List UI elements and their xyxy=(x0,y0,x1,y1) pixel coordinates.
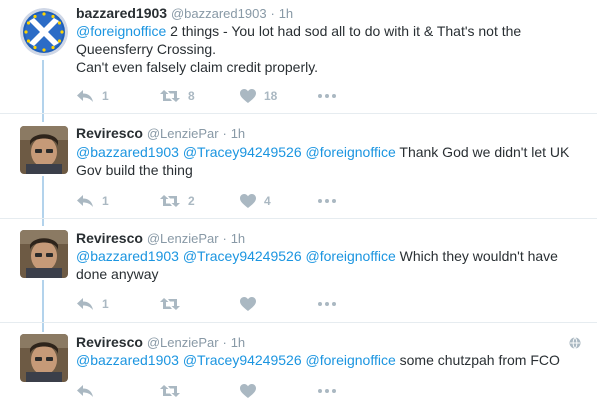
globe-icon xyxy=(569,336,581,349)
tweet-text-segment: Thank God we didn't let UK xyxy=(395,144,570,160)
heart-icon xyxy=(240,194,256,208)
tweet-header: bazzared1903 @bazzared1903 · 1h xyxy=(76,4,293,23)
author-name[interactable]: bazzared1903 xyxy=(76,5,167,21)
mention-link[interactable]: @bazzared1903 xyxy=(76,144,179,160)
avatar[interactable] xyxy=(20,8,68,56)
reply-button[interactable]: 1 xyxy=(76,294,109,314)
author-name[interactable]: Reviresco xyxy=(76,230,143,246)
retweet-icon xyxy=(160,297,180,311)
tweet-actions xyxy=(76,381,396,401)
retweet-count: 8 xyxy=(188,89,195,103)
avatar[interactable] xyxy=(20,334,68,382)
like-button[interactable]: 18 xyxy=(240,86,277,106)
tweet-header: Reviresco @LenziePar · 1h xyxy=(76,229,245,248)
timestamp[interactable]: 1h xyxy=(279,6,293,21)
retweet-button[interactable]: 8 xyxy=(160,86,195,106)
tweet[interactable]: Reviresco @LenziePar · 1h @bazzared1903 … xyxy=(0,114,597,218)
author-handle[interactable]: @LenziePar xyxy=(147,126,219,141)
separator-dot: · xyxy=(222,231,227,246)
more-icon[interactable] xyxy=(318,191,336,211)
avatar[interactable] xyxy=(20,126,68,174)
like-count: 18 xyxy=(264,89,278,103)
timestamp[interactable]: 1h xyxy=(231,231,245,246)
reply-button[interactable] xyxy=(76,381,94,401)
mention-link[interactable]: @bazzared1903 xyxy=(76,248,179,264)
tweet-header: Reviresco @LenziePar · 1h xyxy=(76,124,245,143)
tweet-actions: 1 2 4 xyxy=(76,191,396,211)
author-handle[interactable]: @bazzared1903 xyxy=(171,6,267,21)
separator-dot: · xyxy=(222,126,227,141)
retweet-button[interactable]: 2 xyxy=(160,191,195,211)
mention-link[interactable]: @foreignoffice xyxy=(306,144,396,160)
author-name[interactable]: Reviresco xyxy=(76,334,143,350)
tweet-text: @bazzared1903 @Tracey94249526 @foreignof… xyxy=(76,247,576,283)
retweet-icon xyxy=(160,384,180,398)
mention-link[interactable]: @foreignoffice xyxy=(306,352,396,368)
retweet-count: 2 xyxy=(188,194,195,208)
reply-count: 1 xyxy=(102,89,109,103)
tweet-text-line: @bazzared1903 @Tracey94249526 @foreignof… xyxy=(76,143,576,161)
tweet-text-line: Can't even falsely claim credit properly… xyxy=(76,59,319,75)
retweet-icon xyxy=(160,194,180,208)
timestamp[interactable]: 1h xyxy=(231,126,245,141)
separator-dot: · xyxy=(222,335,227,350)
mention-link[interactable]: @Tracey94249526 xyxy=(183,248,302,264)
author-handle[interactable]: @LenziePar xyxy=(147,335,219,350)
reply-icon xyxy=(76,296,94,312)
tweet-actions: 1 xyxy=(76,294,396,314)
like-button[interactable] xyxy=(240,294,256,314)
timestamp[interactable]: 1h xyxy=(231,335,245,350)
mention-link[interactable]: @foreignoffice xyxy=(306,248,396,264)
reply-button[interactable]: 1 xyxy=(76,86,109,106)
mention-link[interactable]: @Tracey94249526 xyxy=(183,352,302,368)
reply-icon xyxy=(76,193,94,209)
tweet-text-segment: 2 things - You lot had sod all to do wit… xyxy=(166,23,522,39)
tweet-text-line: Gov build the thing xyxy=(76,162,193,178)
reply-count: 1 xyxy=(102,297,109,311)
mention-link[interactable]: @Tracey94249526 xyxy=(183,144,302,160)
separator-dot: · xyxy=(270,6,275,21)
more-icon[interactable] xyxy=(318,294,336,314)
heart-icon xyxy=(240,384,256,398)
heart-icon xyxy=(240,297,256,311)
tweet-text-line: done anyway xyxy=(76,266,159,282)
tweet[interactable]: Reviresco @LenziePar · 1h @bazzared1903 … xyxy=(0,323,597,408)
tweet[interactable]: bazzared1903 @bazzared1903 · 1h @foreign… xyxy=(0,0,597,113)
more-icon[interactable] xyxy=(318,381,336,401)
retweet-button[interactable] xyxy=(160,381,180,401)
author-name[interactable]: Reviresco xyxy=(76,125,143,141)
tweet-text-segment: some chutzpah from FCO xyxy=(395,352,560,368)
more-icon[interactable] xyxy=(318,86,336,106)
reply-icon xyxy=(76,383,94,399)
tweet-text: @foreignoffice 2 things - You lot had so… xyxy=(76,22,576,76)
retweet-button[interactable] xyxy=(160,294,180,314)
tweet-actions: 1 8 18 xyxy=(76,86,396,106)
avatar[interactable] xyxy=(20,230,68,278)
tweet-text: @bazzared1903 @Tracey94249526 @foreignof… xyxy=(76,351,576,369)
tweet-text-line: @bazzared1903 @Tracey94249526 @foreignof… xyxy=(76,351,576,369)
author-handle[interactable]: @LenziePar xyxy=(147,231,219,246)
tweet-text: @bazzared1903 @Tracey94249526 @foreignof… xyxy=(76,143,576,179)
tweet-header: Reviresco @LenziePar · 1h xyxy=(76,333,245,352)
mention-link[interactable]: @foreignoffice xyxy=(76,23,166,39)
retweet-icon xyxy=(160,89,180,103)
tweet-text-line: @foreignoffice 2 things - You lot had so… xyxy=(76,22,576,40)
reply-icon xyxy=(76,88,94,104)
like-button[interactable] xyxy=(240,381,256,401)
tweet-text-line: @bazzared1903 @Tracey94249526 @foreignof… xyxy=(76,247,576,265)
reply-count: 1 xyxy=(102,194,109,208)
tweet[interactable]: Reviresco @LenziePar · 1h @bazzared1903 … xyxy=(0,219,597,322)
mention-link[interactable]: @bazzared1903 xyxy=(76,352,179,368)
reply-button[interactable]: 1 xyxy=(76,191,109,211)
tweet-text-line: Queensferry Crossing. xyxy=(76,41,217,57)
tweet-text-segment: Which they wouldn't have xyxy=(395,248,558,264)
like-count: 4 xyxy=(264,194,271,208)
like-button[interactable]: 4 xyxy=(240,191,271,211)
heart-icon xyxy=(240,89,256,103)
